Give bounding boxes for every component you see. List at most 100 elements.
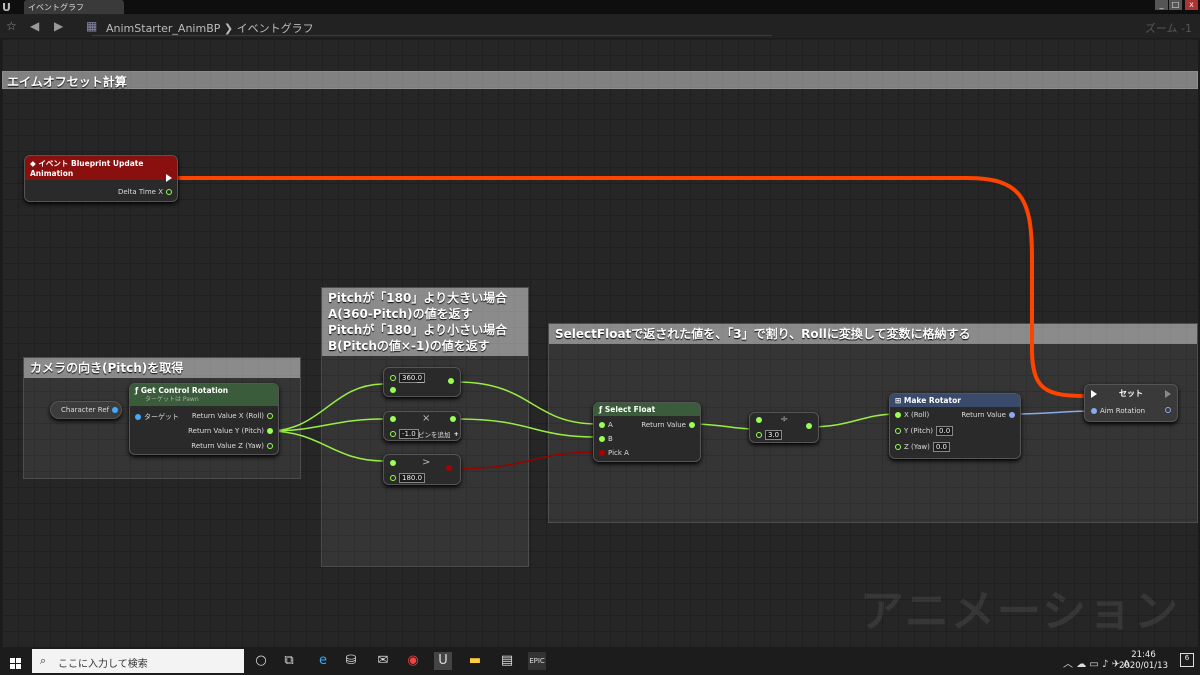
app-icon[interactable]: ▤ [498,652,516,670]
greater-b-pin[interactable]: 180.0 [390,473,426,483]
greater-value[interactable]: 180.0 [399,473,426,483]
close-button[interactable]: x [1185,0,1198,10]
divide-icon: ÷ [780,414,789,425]
pitch-in-value[interactable]: 0.0 [936,426,954,436]
select-float-title: Select Float [604,405,656,414]
roll-in-label: X (Roll) [904,411,930,419]
node-update-animation[interactable]: ◆ イベント Blueprint Update Animation Delta … [24,155,178,202]
pitch-in-pin[interactable]: Y (Pitch) 0.0 [895,426,954,436]
node-character-ref[interactable]: Character Ref [50,401,122,419]
get-rot-subtitle: ターゲットは Pawn [145,396,199,403]
clock-date: 2020/01/13 [1119,661,1168,671]
subtract-b-pin[interactable] [390,387,396,393]
wire-pick [449,451,598,470]
select-a-pin[interactable]: A [599,421,613,429]
node-greater[interactable]: > 180.0 [383,454,461,485]
exec-wire [172,176,1088,398]
delta-time-pin[interactable]: Delta Time X [118,188,172,196]
rotator-return-label: Return Value [961,411,1006,419]
unreal-taskbar-icon[interactable]: U [434,652,452,670]
explorer-icon[interactable]: ▬ [466,652,484,670]
roll-out-pin[interactable]: Return Value X (Roll) [192,412,273,420]
greater-out-pin[interactable] [446,465,452,471]
yaw-in-pin[interactable]: Z (Yaw) 0.0 [895,442,950,452]
divide-a-pin[interactable] [756,417,762,423]
subtract-icon: − [416,376,426,389]
get-rot-title: Get Control Rotation [140,386,229,395]
add-pin-button[interactable]: ピンを追加 + [418,429,459,439]
minimize-button[interactable]: _ [1155,0,1168,10]
multiply-a-pin[interactable] [390,416,396,422]
aim-rotation-in-pin[interactable]: Aim Rotation [1091,407,1145,415]
search-icon: ⌕ [40,654,47,667]
make-rot-header: ⊞ Make Rotator [890,394,1020,407]
graph-canvas[interactable]: エイムオフセット計算 カメラの向き(Pitch)を取得 Pitchが「180」よ… [2,39,1198,647]
mail-icon[interactable]: ✉ [374,652,392,670]
yaw-out-pin[interactable]: Return Value Z (Yaw) [191,442,273,450]
zoom-level: ズーム -1 [1144,22,1192,35]
wire-a [456,381,598,425]
select-return-pin[interactable]: Return Value [641,421,695,429]
aim-rotation-label: Aim Rotation [1100,407,1146,415]
target-pin[interactable]: ターゲット [135,412,179,422]
select-pick-label: Pick A [608,449,629,457]
node-divide[interactable]: ÷ 3.0 [749,412,819,443]
get-rot-header: ƒ Get Control Rotation ターゲットは Pawn [130,384,278,406]
divide-b-pin[interactable]: 3.0 [756,430,783,440]
node-multiply[interactable]: × -1.0 ピンを追加 + [383,411,461,441]
notification-icon[interactable]: 6 [1180,653,1194,667]
exec-out-pin[interactable] [166,174,172,182]
wires-layer [172,176,1093,470]
windows-start-icon[interactable] [10,655,22,674]
wire-pitch-minus [267,383,385,432]
divide-value[interactable]: 3.0 [765,430,783,440]
yaw-in-value[interactable]: 0.0 [932,442,950,452]
target-label: ターゲット [144,413,179,421]
node-make-rotator[interactable]: ⊞ Make Rotator X (Roll) Y (Pitch) 0.0 Z (… [889,393,1021,459]
node-set[interactable]: セット Aim Rotation [1084,384,1178,422]
rotator-return-pin[interactable]: Return Value [961,411,1015,419]
select-pick-pin[interactable]: Pick A [599,449,629,457]
set-exec-in-pin[interactable] [1091,390,1097,398]
roll-in-pin[interactable]: X (Roll) [895,411,929,419]
chrome-icon[interactable]: ◉ [404,652,422,670]
graph-navbar: ☆ ◀ ▶ ▦ AnimStarter_AnimBP ❯ イベントグラフ ズーム… [0,14,1200,38]
multiply-b-pin[interactable]: -1.0 [390,429,419,439]
subtract-out-pin[interactable] [448,378,454,384]
taskbar-search-input[interactable]: ⌕ ここに入力して検索 [32,649,244,673]
set-exec-out-pin[interactable] [1165,390,1171,398]
tab-event-graph[interactable]: イベントグラフ [24,0,124,14]
task-view-icon[interactable]: ⧉ [280,652,298,670]
epic-launcher-icon[interactable]: EPIC [528,652,546,670]
store-icon[interactable]: ⛁ [342,652,360,670]
ue-editor-window: U イベントグラフ _ □ x ☆ ◀ ▶ ▦ AnimStarter_Anim… [0,0,1200,675]
back-icon[interactable]: ◀ [30,19,39,33]
select-b-pin[interactable]: B [599,435,613,443]
star-icon[interactable]: ☆ [6,19,17,33]
node-select-float[interactable]: ƒ Select Float A B Pick A Return Value [593,402,701,462]
forward-icon[interactable]: ▶ [54,19,63,33]
wire-pitch-greater [267,430,385,462]
node-get-control-rotation[interactable]: ƒ Get Control Rotation ターゲットは Pawn ターゲット … [129,383,279,455]
multiply-value[interactable]: -1.0 [399,429,419,439]
delta-time-label: Delta Time X [117,188,163,196]
multiply-out-pin[interactable] [450,416,456,422]
roll-out-label: Return Value X (Roll) [191,412,264,420]
aim-rotation-out-pin[interactable] [1165,407,1171,413]
cortana-icon[interactable]: ○ [252,652,270,670]
pitch-out-label: Return Value Y (Pitch) [188,427,264,435]
wire-divide-roll [808,413,898,428]
divide-out-pin[interactable] [806,423,812,429]
select-a-label: A [608,421,613,429]
maximize-button[interactable]: □ [1169,0,1182,10]
breadcrumb-divider [92,29,772,36]
pitch-out-pin[interactable]: Return Value Y (Pitch) [188,427,273,435]
greater-icon: > [422,457,431,468]
clock[interactable]: 21:46 2020/01/13 [1119,650,1168,672]
greater-a-pin[interactable] [390,460,396,466]
node-subtract[interactable]: 360.0 − [383,367,461,397]
node-update-animation-title: イベント Blueprint Update Animation [30,159,144,178]
edge-icon[interactable]: e [314,652,332,670]
character-ref-pin[interactable]: Character Ref [61,406,119,414]
title-bar: U イベントグラフ _ □ x [0,0,1200,14]
